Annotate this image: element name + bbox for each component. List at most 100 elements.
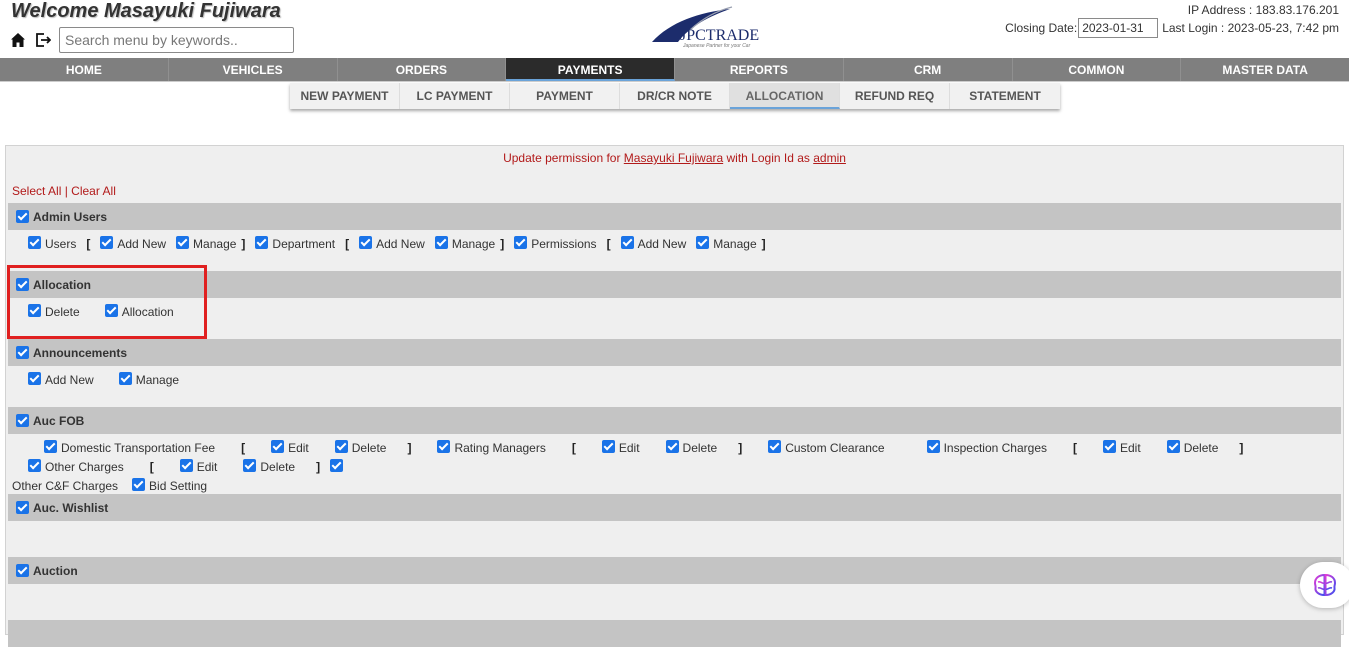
bracket-close: ] (241, 237, 246, 251)
perm-announcements-manage[interactable]: Manage (118, 371, 179, 390)
subnav-payment[interactable]: PAYMENT (510, 83, 620, 109)
nav-common[interactable]: COMMON (1013, 58, 1182, 81)
perm-other-charges[interactable]: Other Charges (12, 458, 124, 477)
checkbox[interactable] (28, 304, 41, 317)
subnav-drcr-note[interactable]: DR/CR NOTE (620, 83, 730, 109)
checkbox[interactable] (1103, 440, 1116, 453)
perm-users[interactable]: Users (28, 235, 76, 254)
perm-department-manage[interactable]: Manage (434, 235, 496, 254)
perm-announcements-add-new[interactable]: Add New (28, 371, 94, 390)
checkbox[interactable] (601, 440, 615, 453)
checkbox[interactable] (243, 459, 257, 472)
perm-other-edit[interactable]: Edit (164, 458, 217, 477)
nav-vehicles[interactable]: VEHICLES (169, 58, 338, 81)
checkbox[interactable] (437, 440, 451, 453)
announcements-checkbox[interactable] (16, 346, 29, 359)
perm-domestic-fee[interactable]: Domestic Transportation Fee (28, 439, 215, 458)
perm-rating-edit[interactable]: Edit (586, 439, 640, 458)
nav-home[interactable]: HOME (0, 58, 169, 81)
checkbox[interactable] (179, 459, 193, 472)
checkbox[interactable] (255, 236, 269, 249)
checkbox[interactable] (1166, 440, 1180, 453)
auction-checkbox[interactable] (16, 564, 29, 577)
perm-other-delete[interactable]: Delete (227, 458, 295, 477)
section-admin-users: Admin Users (8, 203, 1341, 230)
subnav-allocation[interactable]: ALLOCATION (730, 83, 840, 109)
perm-custom-clearance[interactable]: Custom Clearance (752, 439, 885, 458)
subnav-statement[interactable]: STATEMENT (950, 83, 1060, 109)
home-icon[interactable] (10, 32, 26, 48)
admin-users-checkbox[interactable] (16, 210, 29, 223)
search-input[interactable] (59, 27, 294, 53)
permissions-panel: Update permission for Masayuki Fujiwara … (5, 145, 1344, 647)
perm-inspection-edit[interactable]: Edit (1087, 439, 1141, 458)
perm-label: Users (45, 237, 77, 251)
nav-orders[interactable]: ORDERS (338, 58, 507, 81)
checkbox[interactable] (665, 440, 679, 453)
checkbox[interactable] (334, 440, 348, 453)
checkbox[interactable] (104, 304, 118, 317)
perm-label: Delete (260, 460, 296, 474)
checkbox[interactable] (434, 236, 448, 249)
perm-rating-managers[interactable]: Rating Managers (421, 439, 546, 458)
perm-department[interactable]: Department (255, 235, 335, 254)
admin-users-perms: Users [Add New Manage] Department [Add New Ma… (28, 235, 1348, 254)
perm-label: Manage (451, 237, 496, 251)
perm-label: Add New (117, 237, 167, 251)
closing-date-input[interactable] (1078, 18, 1159, 38)
perm-allocation-delete[interactable]: Delete (28, 303, 80, 322)
bracket-close: ] (738, 441, 743, 455)
perm-permissions[interactable]: Permissions (514, 235, 597, 254)
perm-label: Inspection Charges (943, 441, 1047, 455)
last-login: Last Login : 2023-05-23, 7:42 pm (1162, 21, 1339, 35)
perm-label: Allocation (121, 305, 174, 319)
checkbox[interactable] (926, 440, 940, 453)
perm-department-add-new[interactable]: Add New (359, 235, 425, 254)
nav-crm[interactable]: CRM (844, 58, 1013, 81)
perm-domestic-delete[interactable]: Delete (319, 439, 386, 458)
subnav-lc-payment[interactable]: LC PAYMENT (400, 83, 510, 109)
subnav-new-payment[interactable]: NEW PAYMENT (290, 83, 400, 109)
clear-all-link[interactable]: Clear All (71, 184, 116, 198)
allocation-perms: Delete Allocation (28, 303, 1348, 322)
subnav-refund-req[interactable]: REFUND REQ (840, 83, 950, 109)
perm-permissions-add-new[interactable]: Add New (620, 235, 686, 254)
select-links: Select All | Clear All (12, 184, 116, 198)
perm-users-add-new[interactable]: Add New (100, 235, 166, 254)
perm-inspection-delete[interactable]: Delete (1151, 439, 1219, 458)
perm-users-manage[interactable]: Manage (176, 235, 236, 254)
section-auc-fob: Auc FOB (8, 407, 1341, 434)
perm-domestic-edit[interactable]: Edit (255, 439, 309, 458)
perm-inspection-charges[interactable]: Inspection Charges (911, 439, 1047, 458)
perm-permissions-manage[interactable]: Manage (696, 235, 757, 254)
checkbox[interactable] (100, 236, 114, 249)
nav-payments[interactable]: PAYMENTS (506, 58, 675, 81)
checkbox[interactable] (44, 440, 57, 453)
perm-label: Delete (1183, 441, 1219, 455)
nav-reports[interactable]: REPORTS (675, 58, 844, 81)
checkbox[interactable] (330, 459, 344, 472)
checkbox[interactable] (696, 236, 710, 249)
checkbox[interactable] (271, 440, 285, 453)
checkbox[interactable] (132, 478, 146, 491)
checkbox[interactable] (28, 372, 41, 385)
checkbox[interactable] (514, 236, 528, 249)
checkbox[interactable] (768, 440, 782, 453)
perm-rating-delete[interactable]: Delete (650, 439, 717, 458)
assistant-widget-button[interactable] (1300, 562, 1349, 608)
auc-wishlist-checkbox[interactable] (16, 501, 29, 514)
auc-fob-checkbox[interactable] (16, 414, 29, 427)
checkbox[interactable] (28, 459, 41, 472)
checkbox[interactable] (28, 236, 41, 249)
checkbox[interactable] (118, 372, 132, 385)
logout-icon[interactable] (35, 32, 51, 48)
perm-allocation-allocation[interactable]: Allocation (104, 303, 174, 322)
checkbox[interactable] (359, 236, 373, 249)
login-id-link[interactable]: admin (813, 151, 846, 165)
select-all-link[interactable]: Select All (12, 184, 61, 198)
user-name-link[interactable]: Masayuki Fujiwara (624, 151, 723, 165)
nav-master-data[interactable]: MASTER DATA (1181, 58, 1349, 81)
checkbox[interactable] (620, 236, 634, 249)
allocation-checkbox[interactable] (16, 278, 29, 291)
checkbox[interactable] (176, 236, 190, 249)
